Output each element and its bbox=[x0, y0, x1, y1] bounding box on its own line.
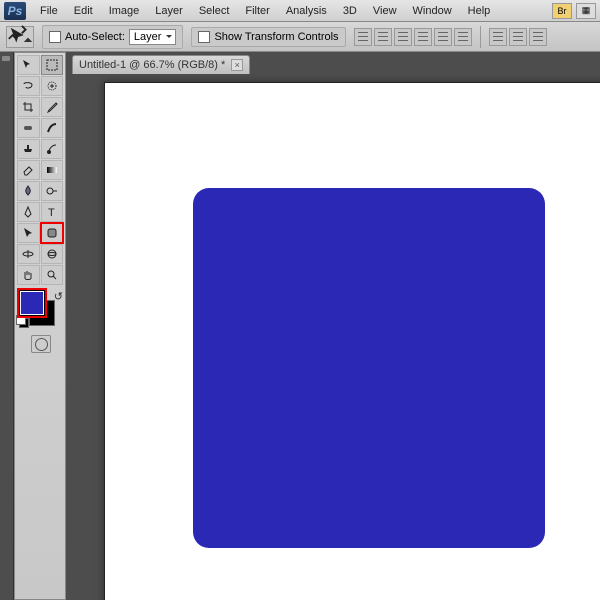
menu-filter[interactable]: Filter bbox=[237, 2, 277, 20]
show-transform-group: Show Transform Controls bbox=[191, 27, 345, 47]
distribute-bottom-icon[interactable] bbox=[529, 28, 547, 46]
align-right-icon[interactable] bbox=[454, 28, 472, 46]
move-icon bbox=[7, 24, 33, 50]
extras-button[interactable]: ▦ bbox=[576, 3, 596, 19]
auto-select-dropdown[interactable]: Layer bbox=[129, 29, 177, 45]
auto-select-group: Auto-Select: Layer bbox=[42, 25, 183, 49]
menu-select[interactable]: Select bbox=[191, 2, 238, 20]
quick-select-tool[interactable] bbox=[41, 76, 64, 96]
photoshop-logo: Ps bbox=[4, 2, 26, 20]
auto-select-checkbox[interactable] bbox=[49, 31, 61, 43]
lasso-tool[interactable] bbox=[17, 76, 40, 96]
align-bottom-icon[interactable] bbox=[394, 28, 412, 46]
shape-tool[interactable] bbox=[41, 223, 64, 243]
clone-stamp-tool[interactable] bbox=[17, 139, 40, 159]
show-transform-label: Show Transform Controls bbox=[214, 31, 338, 43]
brush-tool[interactable] bbox=[41, 118, 64, 138]
toolbox: T ↺ bbox=[14, 52, 66, 600]
quick-mask-button[interactable] bbox=[31, 335, 51, 353]
rounded-rectangle-shape[interactable] bbox=[193, 188, 545, 548]
swap-colors-icon[interactable]: ↺ bbox=[54, 290, 63, 303]
3d-orbit-tool[interactable] bbox=[41, 244, 64, 264]
menu-bar: Ps File Edit Image Layer Select Filter A… bbox=[0, 0, 600, 22]
type-tool[interactable]: T bbox=[41, 202, 64, 222]
options-bar: Auto-Select: Layer Show Transform Contro… bbox=[0, 22, 600, 52]
distribute-vcenter-icon[interactable] bbox=[509, 28, 527, 46]
distribute-top-icon[interactable] bbox=[489, 28, 507, 46]
separator bbox=[480, 26, 481, 48]
distribute-group bbox=[489, 28, 547, 46]
menu-window[interactable]: Window bbox=[405, 2, 460, 20]
menu-3d[interactable]: 3D bbox=[335, 2, 365, 20]
canvas-viewport[interactable] bbox=[66, 74, 600, 600]
workspace: T ↺ Untitled-1 @ 66.7% (RGB/8) * × bbox=[0, 52, 600, 600]
align-group-1 bbox=[354, 28, 472, 46]
eraser-tool[interactable] bbox=[17, 160, 40, 180]
align-top-icon[interactable] bbox=[354, 28, 372, 46]
canvas[interactable] bbox=[104, 82, 600, 600]
blur-tool[interactable] bbox=[17, 181, 40, 201]
history-brush-tool[interactable] bbox=[41, 139, 64, 159]
hand-tool[interactable] bbox=[17, 265, 40, 285]
zoom-tool[interactable] bbox=[41, 265, 64, 285]
align-hcenter-icon[interactable] bbox=[434, 28, 452, 46]
default-colors-icon[interactable] bbox=[19, 318, 29, 328]
menu-layer[interactable]: Layer bbox=[147, 2, 191, 20]
document-tab-title: Untitled-1 @ 66.7% (RGB/8) * bbox=[79, 59, 225, 71]
menu-analysis[interactable]: Analysis bbox=[278, 2, 335, 20]
marquee-tool[interactable] bbox=[41, 55, 64, 75]
move-tool[interactable] bbox=[17, 55, 40, 75]
current-tool-indicator[interactable] bbox=[6, 26, 34, 48]
dodge-tool[interactable] bbox=[41, 181, 64, 201]
document-tab[interactable]: Untitled-1 @ 66.7% (RGB/8) * × bbox=[72, 55, 250, 74]
align-vcenter-icon[interactable] bbox=[374, 28, 392, 46]
svg-text:T: T bbox=[48, 207, 55, 219]
close-tab-icon[interactable]: × bbox=[231, 59, 243, 71]
crop-tool[interactable] bbox=[17, 97, 40, 117]
menu-help[interactable]: Help bbox=[460, 2, 499, 20]
align-left-icon[interactable] bbox=[414, 28, 432, 46]
eyedropper-tool[interactable] bbox=[41, 97, 64, 117]
3d-rotate-tool[interactable] bbox=[17, 244, 40, 264]
panel-collapse-gutter[interactable] bbox=[0, 52, 14, 600]
auto-select-label: Auto-Select: bbox=[65, 31, 125, 43]
show-transform-checkbox[interactable] bbox=[198, 31, 210, 43]
document-area: Untitled-1 @ 66.7% (RGB/8) * × bbox=[66, 52, 600, 600]
quick-mask-row bbox=[17, 335, 65, 357]
menu-edit[interactable]: Edit bbox=[66, 2, 101, 20]
color-swatches: ↺ bbox=[17, 290, 65, 328]
gradient-tool[interactable] bbox=[41, 160, 64, 180]
pen-tool[interactable] bbox=[17, 202, 40, 222]
menu-image[interactable]: Image bbox=[101, 2, 148, 20]
menu-view[interactable]: View bbox=[365, 2, 405, 20]
bridge-button[interactable]: Br bbox=[552, 3, 572, 19]
document-tab-bar: Untitled-1 @ 66.7% (RGB/8) * × bbox=[66, 52, 600, 74]
path-select-tool[interactable] bbox=[17, 223, 40, 243]
healing-brush-tool[interactable] bbox=[17, 118, 40, 138]
foreground-color[interactable] bbox=[19, 290, 45, 316]
menu-file[interactable]: File bbox=[32, 2, 66, 20]
